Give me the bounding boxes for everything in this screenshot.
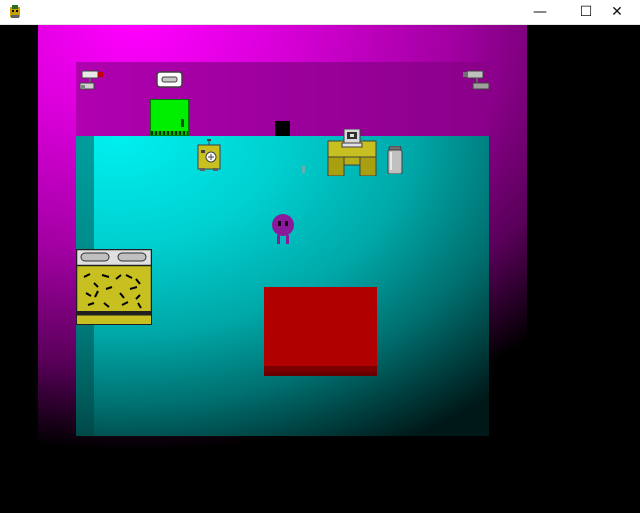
app-icon (10, 5, 20, 18)
security-camera-right-icon (463, 70, 490, 90)
game-viewport[interactable] (0, 25, 640, 513)
red-rug[interactable] (264, 287, 377, 372)
trash-can-icon[interactable] (387, 146, 403, 174)
close-button[interactable]: ✕ (594, 0, 640, 24)
purple-blob-character[interactable] (271, 213, 295, 245)
door-knob (181, 119, 184, 127)
ceiling-light-icon (156, 71, 183, 88)
window-titlebar: — ☐ ✕ (0, 0, 640, 25)
security-camera-left-icon (80, 70, 103, 90)
door-threshold (151, 131, 188, 135)
wall-vent (275, 121, 290, 136)
counter-with-stovetop-icon[interactable] (76, 249, 152, 325)
radio-icon[interactable] (197, 139, 221, 171)
green-door[interactable] (150, 99, 189, 136)
floor-item (302, 166, 305, 173)
minimize-button[interactable]: — (517, 0, 563, 24)
red-rug-edge (264, 366, 377, 372)
computer-desk-icon[interactable] (326, 129, 378, 176)
